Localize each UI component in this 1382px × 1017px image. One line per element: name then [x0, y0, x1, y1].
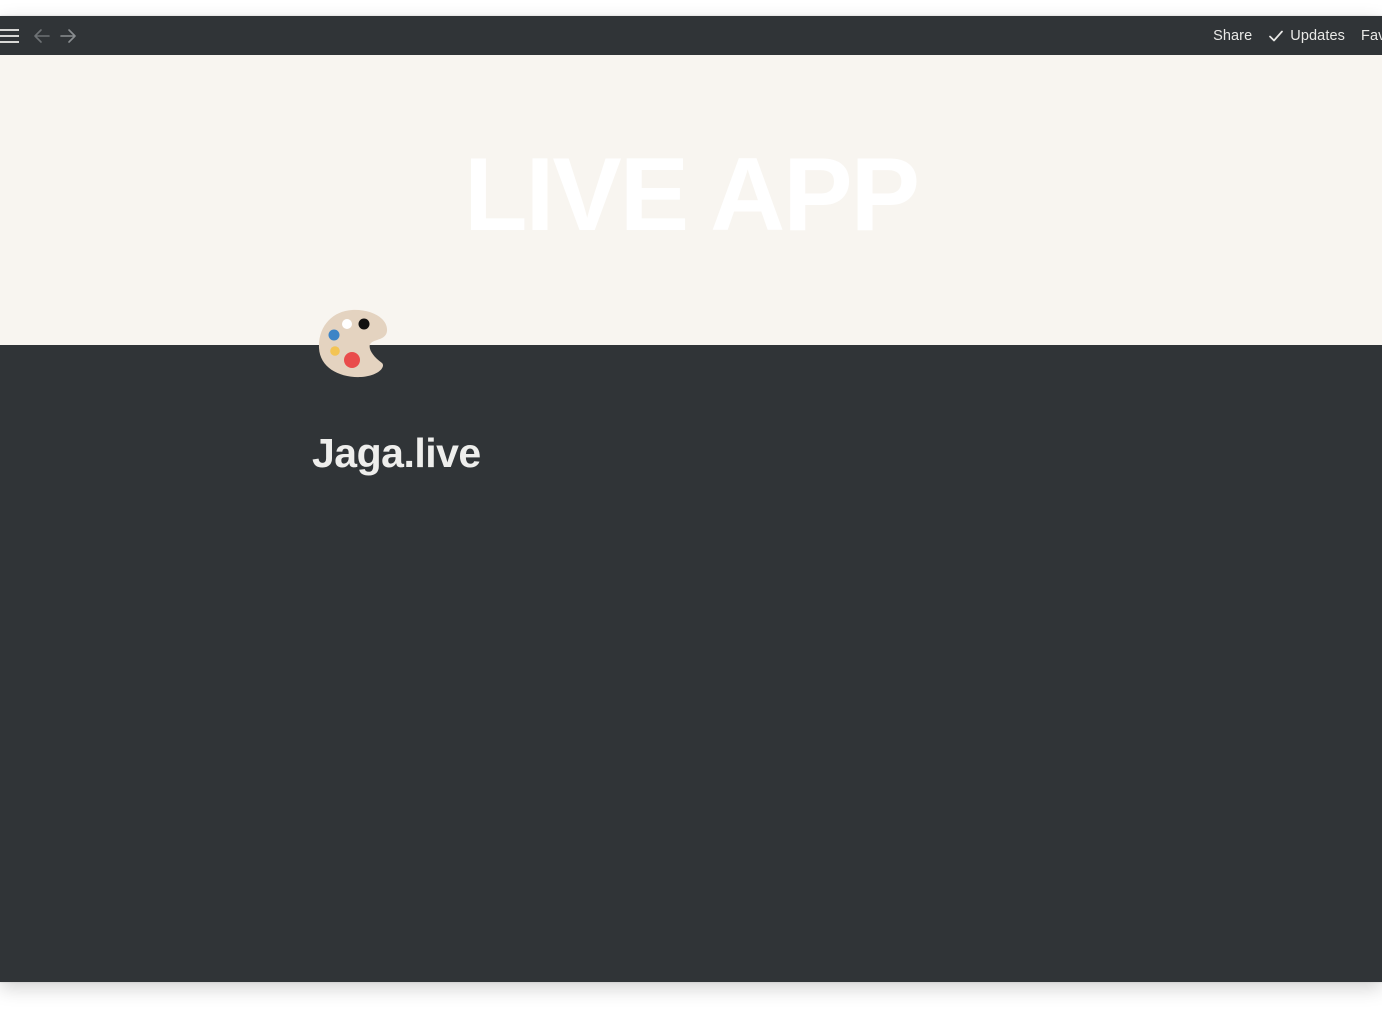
checkmark-icon — [1269, 30, 1284, 41]
page-cover[interactable]: LIVE APP — [0, 55, 1382, 345]
share-button[interactable]: Share — [1206, 22, 1259, 50]
favorite-button-label: Favorite — [1361, 27, 1382, 44]
cover-text: LIVE APP — [463, 137, 920, 253]
favorite-button[interactable]: Favorite — [1354, 22, 1382, 50]
page-title[interactable]: Jaga.live — [312, 428, 481, 478]
back-arrow-icon[interactable] — [32, 26, 52, 46]
updates-button[interactable]: Updates — [1261, 22, 1352, 50]
updates-button-label: Updates — [1290, 27, 1345, 44]
top-bar: Share Updates Favorite — [0, 16, 1382, 55]
hamburger-menu-icon[interactable] — [0, 26, 20, 46]
share-button-label: Share — [1213, 27, 1253, 44]
app-window: Share Updates Favorite LIVE APP Jaga.li — [0, 16, 1382, 982]
forward-arrow-icon[interactable] — [58, 26, 78, 46]
topbar-actions: Share Updates Favorite — [1206, 16, 1382, 55]
artist-palette-icon[interactable] — [316, 306, 390, 380]
